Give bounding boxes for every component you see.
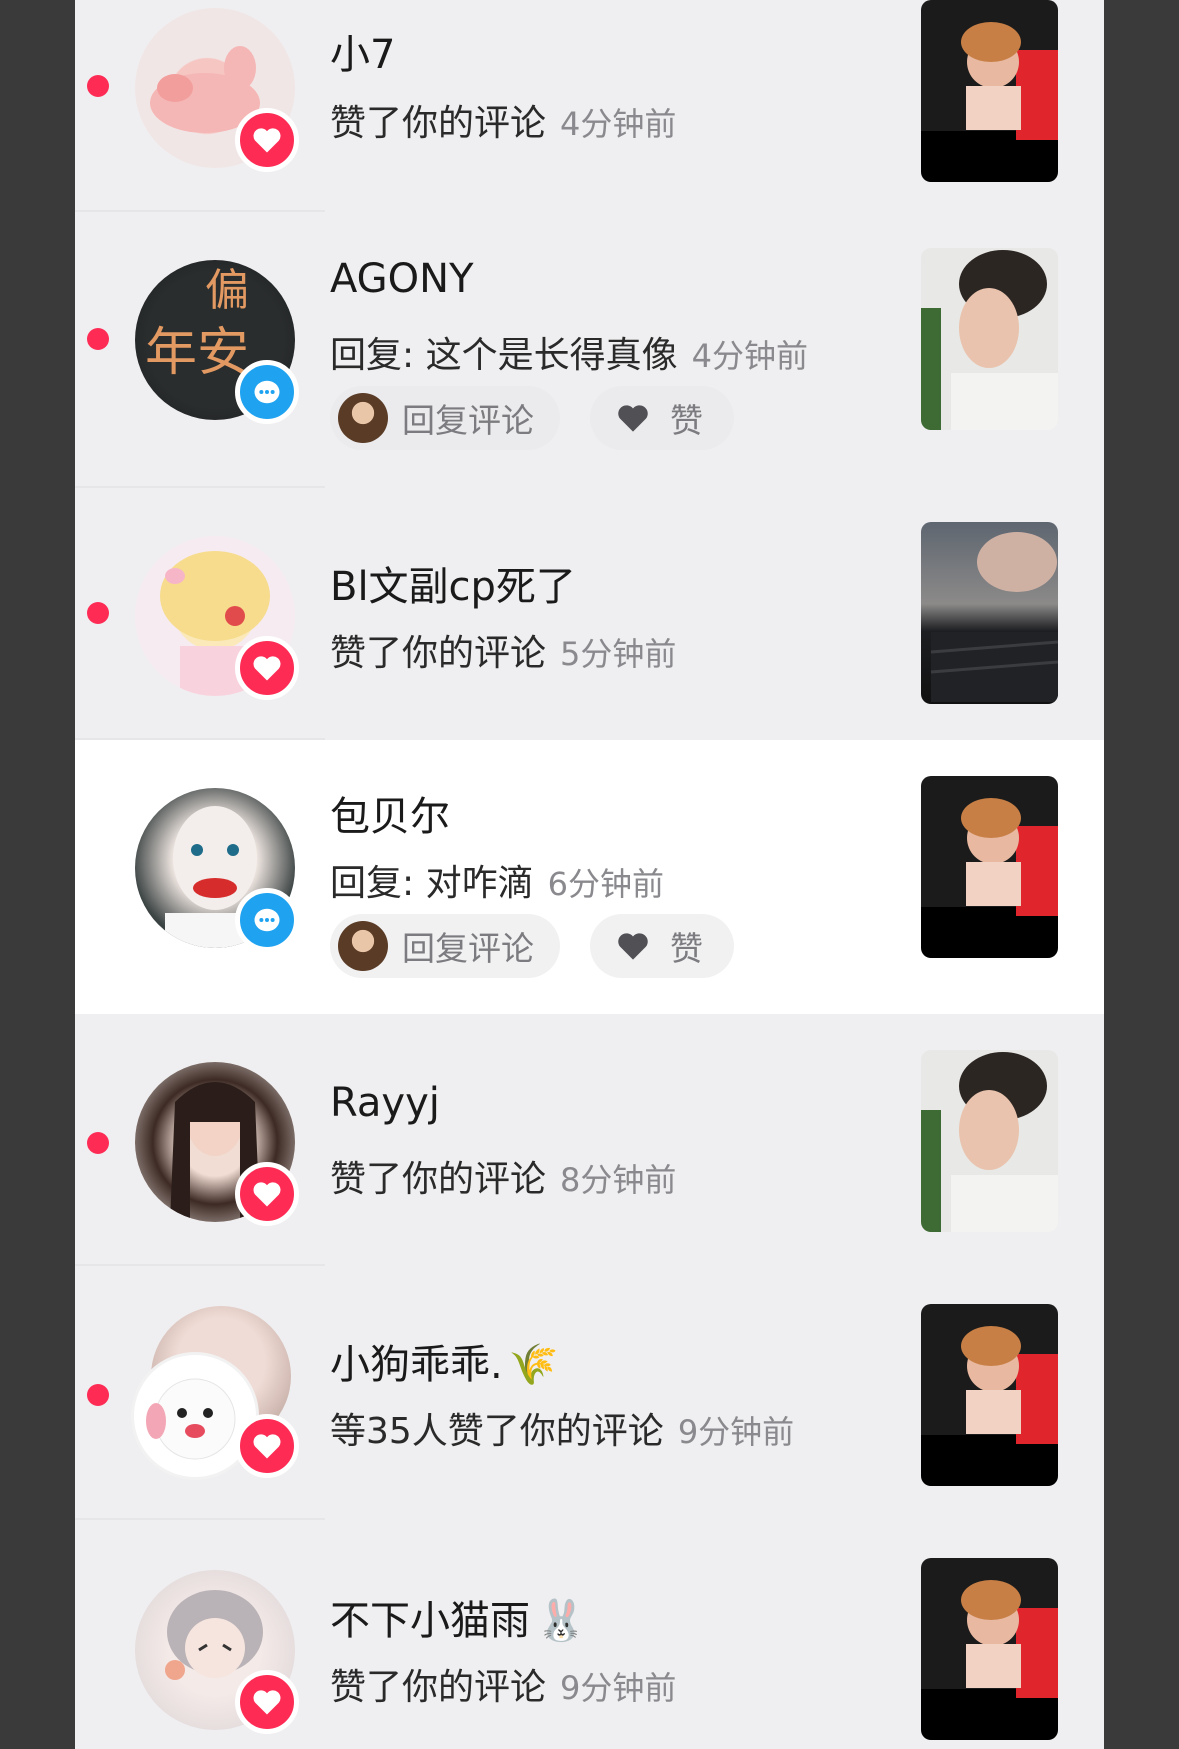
notification-desc: 赞了你的评论 8分钟前 (330, 1150, 676, 1202)
reply-label: 回复评论 (402, 929, 534, 968)
desc-text: 赞了你的评论 (330, 633, 547, 674)
list-item[interactable]: 年安 偏 AGONY 回复: 这个是长得真像 4分钟前 回复评论 赞 (75, 212, 1104, 488)
reply-label: 回复评论 (402, 401, 534, 440)
svg-text:年安: 年安 (145, 323, 249, 383)
wheat-icon: 🌾 (508, 1342, 559, 1388)
my-avatar (338, 393, 388, 443)
list-item[interactable]: Bl文副cp死了 赞了你的评论 5分钟前 (75, 488, 1104, 740)
user-name[interactable]: 小狗乖乖. 🌾 (330, 1332, 559, 1390)
desc-text: 赞了你的评论 (330, 1667, 547, 1708)
user-name[interactable]: AGONY (330, 256, 474, 302)
unread-dot (87, 1132, 109, 1154)
video-thumbnail[interactable] (921, 248, 1058, 430)
heart-icon (253, 656, 281, 681)
notification-desc: 赞了你的评论 9分钟前 (330, 1658, 676, 1710)
timestamp: 6分钟前 (547, 865, 664, 903)
list-item[interactable]: Rayyj 赞了你的评论 8分钟前 (75, 1014, 1104, 1266)
unread-dot (87, 328, 109, 350)
like-badge (235, 636, 299, 700)
desc-text: 回复: 这个是长得真像 (330, 335, 678, 376)
timestamp: 4分钟前 (560, 105, 677, 143)
like-badge (235, 1162, 299, 1226)
like-badge (235, 108, 299, 172)
desc-text: 赞了你的评论 (330, 103, 547, 144)
notification-desc: 赞了你的评论 5分钟前 (330, 624, 676, 676)
chat-bubble-icon (254, 908, 280, 932)
thumbnail-image (961, 1326, 1058, 1444)
notification-desc: 回复: 对咋滴 6分钟前 (330, 854, 664, 906)
user-name-text: 小狗乖乖. (330, 1342, 503, 1388)
list-item[interactable]: 包贝尔 回复: 对咋滴 6分钟前 回复评论 赞 (75, 740, 1104, 1014)
thumbnail-image (961, 22, 1058, 140)
list-item[interactable]: 小7 赞了你的评论 4分钟前 (75, 0, 1104, 212)
like-badge (235, 1414, 299, 1478)
video-thumbnail[interactable] (921, 1304, 1058, 1486)
like-button[interactable]: 赞 (590, 386, 734, 450)
heart-icon (253, 1434, 281, 1459)
like-label: 赞 (670, 929, 703, 968)
notification-desc: 回复: 这个是长得真像 4分钟前 (330, 326, 808, 378)
user-name[interactable]: 不下小猫雨 🐰 (330, 1588, 586, 1646)
comment-badge (235, 360, 299, 424)
video-thumbnail[interactable] (921, 0, 1058, 182)
user-name[interactable]: Bl文副cp死了 (330, 554, 576, 612)
heart-icon (618, 933, 648, 960)
timestamp: 9分钟前 (677, 1413, 795, 1451)
thumbnail-image (921, 250, 1058, 430)
thumbnail-image (930, 532, 1058, 702)
desc-text: 赞了你的评论 (330, 1159, 547, 1200)
svg-text:偏: 偏 (205, 265, 249, 316)
heart-icon (253, 1182, 281, 1207)
like-button[interactable]: 赞 (590, 914, 734, 978)
video-thumbnail[interactable] (921, 776, 1058, 958)
heart-icon (253, 1690, 281, 1715)
unread-dot (87, 1384, 109, 1406)
rabbit-icon: 🐰 (536, 1598, 586, 1644)
timestamp: 5分钟前 (560, 635, 677, 673)
heart-icon (618, 405, 648, 432)
video-thumbnail[interactable] (921, 522, 1058, 704)
reply-comment-button[interactable]: 回复评论 (330, 386, 560, 450)
video-thumbnail[interactable] (921, 1558, 1058, 1740)
desc-text: 等35人赞了你的评论 (330, 1411, 664, 1452)
notification-desc: 赞了你的评论 4分钟前 (330, 94, 676, 146)
notification-desc: 等35人赞了你的评论 9分钟前 (330, 1402, 794, 1454)
thumbnail-image (961, 1580, 1058, 1698)
comment-badge (235, 888, 299, 952)
timestamp: 8分钟前 (560, 1161, 677, 1199)
like-badge (235, 1670, 299, 1734)
user-name[interactable]: Rayyj (330, 1080, 440, 1126)
heart-icon (253, 128, 281, 153)
reply-comment-button[interactable]: 回复评论 (330, 914, 560, 978)
unread-dot (87, 75, 109, 97)
user-name[interactable]: 小7 (330, 22, 395, 80)
user-name-text: 不下小猫雨 (330, 1598, 530, 1644)
unread-dot (87, 602, 109, 624)
user-name[interactable]: 包贝尔 (330, 784, 450, 842)
notification-list: 小7 赞了你的评论 4分钟前 年安 偏 AGONY 回复: 这个是长得真像 4分… (75, 0, 1104, 1749)
desc-text: 回复: 对咋滴 (330, 863, 534, 904)
video-thumbnail[interactable] (921, 1050, 1058, 1232)
list-item[interactable]: 小狗乖乖. 🌾 等35人赞了你的评论 9分钟前 (75, 1266, 1104, 1520)
my-avatar (338, 921, 388, 971)
chat-bubble-icon (254, 380, 280, 404)
timestamp: 9分钟前 (560, 1669, 677, 1707)
thumbnail-image (961, 798, 1058, 916)
like-label: 赞 (670, 401, 703, 440)
thumbnail-image (921, 1052, 1058, 1232)
timestamp: 4分钟前 (691, 337, 808, 375)
list-item[interactable]: 不下小猫雨 🐰 赞了你的评论 9分钟前 (75, 1520, 1104, 1749)
